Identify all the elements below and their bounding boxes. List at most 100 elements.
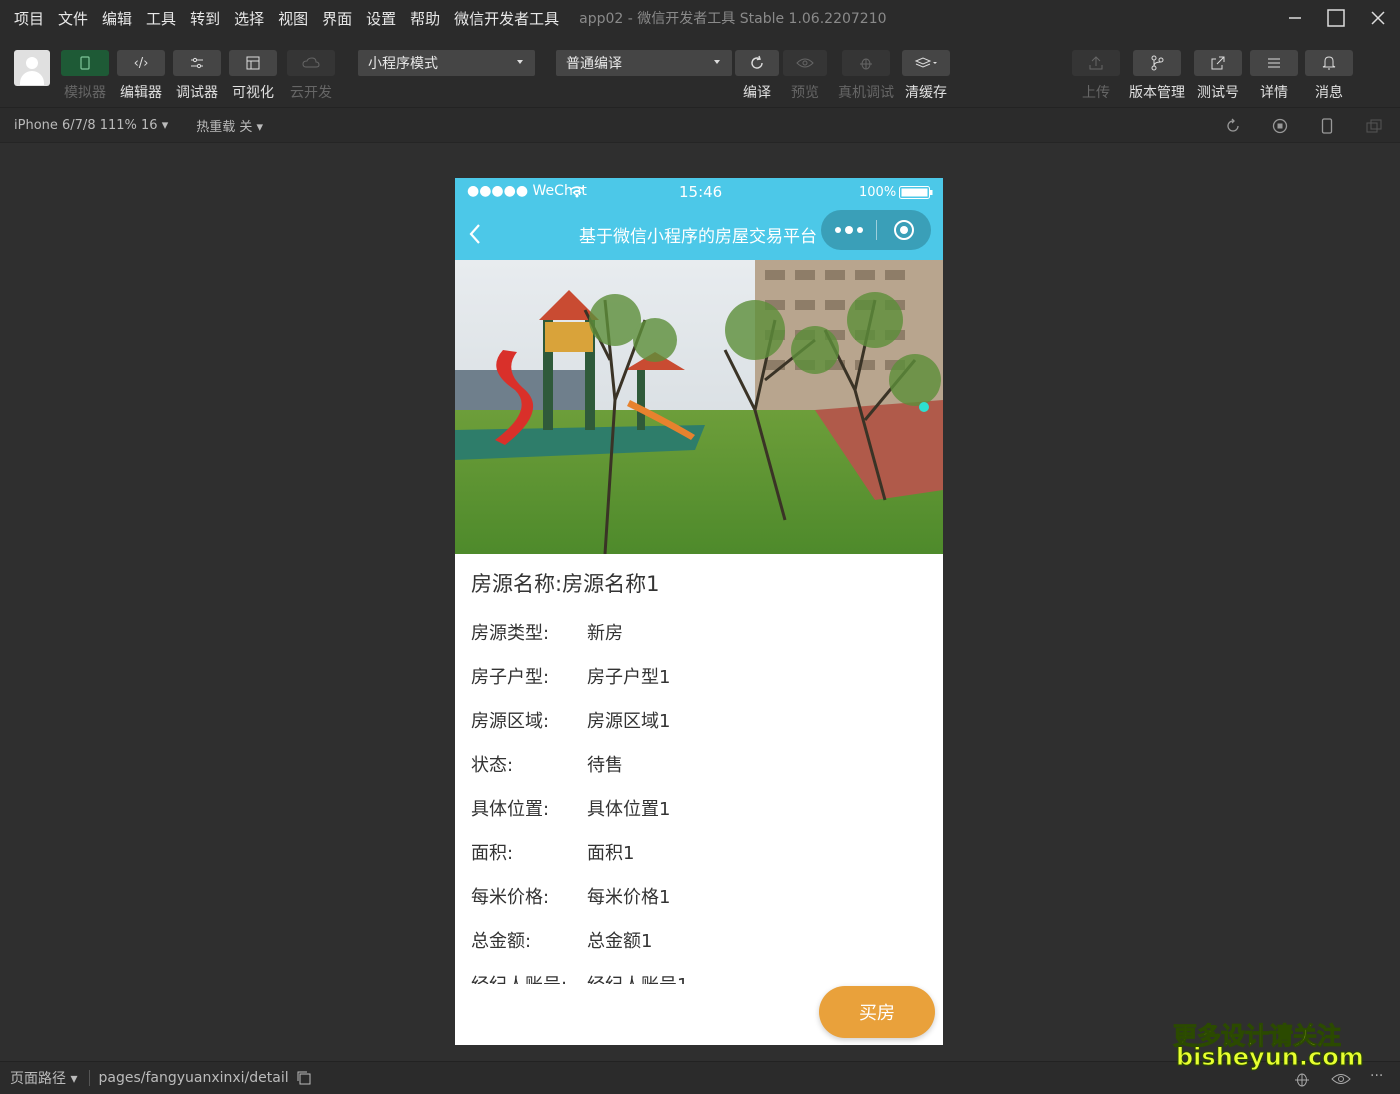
house-image xyxy=(455,260,943,554)
bug-icon[interactable] xyxy=(1293,1070,1311,1088)
caret-down-icon xyxy=(517,60,523,64)
caret-down-icon xyxy=(714,60,720,64)
phone-icon xyxy=(80,56,90,70)
eye-icon[interactable] xyxy=(1331,1072,1351,1086)
visual-button[interactable] xyxy=(229,50,277,76)
buy-house-button[interactable]: 买房 xyxy=(819,986,935,1038)
detail-key: 房子户型: xyxy=(471,667,550,688)
editor-button[interactable]: ‹/› xyxy=(117,50,165,76)
detail-value: 总金额1 xyxy=(587,931,653,952)
cloud-label: 云开发 xyxy=(290,85,332,101)
upload-button[interactable] xyxy=(1072,50,1120,76)
external-link-icon xyxy=(1211,56,1225,70)
mode-select[interactable]: 小程序模式 xyxy=(358,50,535,76)
detail-value: 待售 xyxy=(587,755,623,776)
menu-wechat-devtools[interactable]: 微信开发者工具 xyxy=(454,8,559,29)
detail-label: 详情 xyxy=(1260,85,1288,101)
debugger-button[interactable] xyxy=(173,50,221,76)
window-title: app02 - 微信开发者工具 Stable 1.06.2207210 xyxy=(579,11,887,27)
close-button[interactable] xyxy=(1358,0,1398,36)
test-account-button[interactable] xyxy=(1194,50,1242,76)
visual-label: 可视化 xyxy=(232,85,274,101)
minimize-icon xyxy=(1289,17,1301,19)
cloud-button[interactable] xyxy=(287,50,335,76)
close-icon xyxy=(1371,11,1385,25)
remote-debug-label: 真机调试 xyxy=(838,85,894,101)
bug-icon xyxy=(860,58,872,70)
sliders-icon xyxy=(191,57,203,69)
message-label: 消息 xyxy=(1315,85,1343,101)
divider xyxy=(89,1070,91,1086)
popout-icon[interactable] xyxy=(1366,118,1382,134)
avatar[interactable] xyxy=(14,50,50,86)
more-dots-icon[interactable] xyxy=(833,224,865,236)
detail-content: 房源名称:房源名称1 房源类型: 新房 房子户型: 房子户型1 房源区域: 房源区域1… xyxy=(455,554,943,984)
stop-icon[interactable] xyxy=(1272,118,1288,134)
menu-project[interactable]: 项目 xyxy=(14,8,44,29)
detail-key: 房源区域: xyxy=(471,711,550,732)
layers-icon xyxy=(914,57,937,68)
battery-text: 100% xyxy=(859,185,897,200)
maximize-button[interactable] xyxy=(1316,0,1356,36)
compile-select[interactable]: 普通编译 xyxy=(556,50,732,76)
remote-debug-button[interactable] xyxy=(842,50,890,76)
compile-button[interactable] xyxy=(735,50,779,76)
page-path: pages/fangyuanxinxi/detail xyxy=(98,1070,289,1086)
close-capsule-icon[interactable] xyxy=(893,219,915,241)
back-arrow-icon[interactable] xyxy=(467,222,483,246)
status-time: 15:46 xyxy=(679,183,723,201)
menu-interface[interactable]: 界面 xyxy=(322,8,352,29)
battery-icon xyxy=(899,186,933,199)
clear-cache-label: 清缓存 xyxy=(905,85,947,101)
detail-value: 经纪人账号1 xyxy=(587,975,688,984)
detail-key: 总金额: xyxy=(471,931,532,952)
rotate-icon[interactable] xyxy=(1225,118,1241,134)
detail-row: 状态: 待售 xyxy=(471,751,623,777)
detail-value: 面积1 xyxy=(587,843,635,864)
device-select[interactable]: iPhone 6/7/8 111% 16 ▾ xyxy=(14,118,168,133)
hot-reload-toggle[interactable]: 热重载 关 ▾ xyxy=(196,116,263,135)
detail-button[interactable] xyxy=(1250,50,1298,76)
menu-view[interactable]: 视图 xyxy=(278,8,308,29)
menu-select[interactable]: 选择 xyxy=(234,8,264,29)
copy-icon[interactable] xyxy=(297,1071,311,1085)
detail-key: 经纪人账号: xyxy=(471,971,587,984)
detail-value: 每米价格1 xyxy=(587,887,671,908)
page-path-select[interactable]: 页面路径 ▾ xyxy=(10,1068,77,1088)
minimize-button[interactable] xyxy=(1275,0,1315,36)
detail-row: 房子户型: 房子户型1 xyxy=(471,663,670,689)
test-account-label: 测试号 xyxy=(1197,85,1239,101)
menu-help[interactable]: 帮助 xyxy=(410,8,440,29)
detail-row: 房源类型: 新房 xyxy=(471,619,623,645)
menu-goto[interactable]: 转到 xyxy=(190,8,220,29)
bell-icon xyxy=(1322,56,1336,70)
debugger-label: 调试器 xyxy=(176,85,218,101)
detail-key: 每米价格: xyxy=(471,887,550,908)
detail-row: 具体位置: 具体位置1 xyxy=(471,795,670,821)
message-button[interactable] xyxy=(1305,50,1353,76)
mode-select-value: 小程序模式 xyxy=(368,56,438,72)
simulator-button[interactable] xyxy=(61,50,109,76)
menu-edit[interactable]: 编辑 xyxy=(102,8,132,29)
device-icon[interactable] xyxy=(1319,118,1335,134)
status-bar: ●●●●● WeChat 15:46 100% xyxy=(455,178,943,206)
editor-label: 编辑器 xyxy=(120,85,162,101)
detail-key: 面积: xyxy=(471,843,514,864)
upload-label: 上传 xyxy=(1082,85,1110,101)
title-key: 房源名称: xyxy=(471,572,563,596)
clear-cache-button[interactable] xyxy=(902,50,950,76)
simulator-subbar: iPhone 6/7/8 111% 16 ▾ 热重载 关 ▾ xyxy=(0,108,1400,143)
preview-button[interactable] xyxy=(783,50,827,76)
detail-key: 状态: xyxy=(471,755,514,776)
menu-settings[interactable]: 设置 xyxy=(366,8,396,29)
maximize-icon xyxy=(1327,9,1345,27)
menu-file[interactable]: 文件 xyxy=(58,8,88,29)
more-icon[interactable]: ··· xyxy=(1370,1068,1383,1084)
detail-row: 总金额: 总金额1 xyxy=(471,927,652,953)
detail-row: 房源区域: 房源区域1 xyxy=(471,707,670,733)
upload-icon xyxy=(1089,56,1103,70)
compile-select-value: 普通编译 xyxy=(566,56,622,72)
menu-tools[interactable]: 工具 xyxy=(146,8,176,29)
cloud-icon xyxy=(302,57,320,68)
version-button[interactable] xyxy=(1133,50,1181,76)
